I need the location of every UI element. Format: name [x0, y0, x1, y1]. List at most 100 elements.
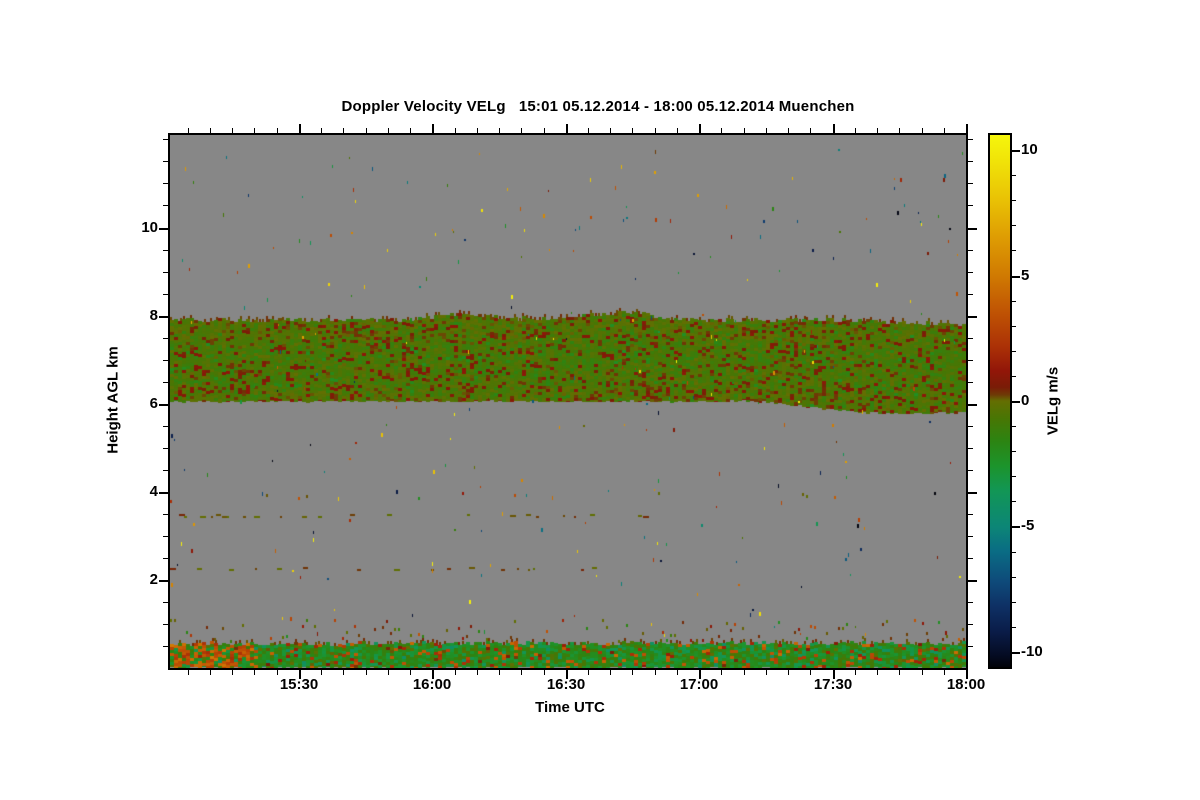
x-axis-minor-tick-top [855, 128, 856, 133]
x-axis-minor-tick-top [877, 128, 878, 133]
x-axis-minor-tick-top [366, 128, 367, 133]
colorbar-minor-tick [1012, 627, 1016, 628]
y-axis-major-tick [159, 580, 168, 582]
colorbar-tick-label: 5 [1021, 267, 1030, 284]
colorbar-major-tick [1012, 526, 1020, 528]
x-axis-minor-tick [922, 670, 923, 675]
x-axis-major-tick-top [833, 124, 835, 133]
colorbar-minor-tick [1012, 351, 1016, 352]
x-axis-minor-tick [744, 670, 745, 675]
x-axis-label: Time UTC [535, 699, 605, 716]
colorbar-minor-tick [1012, 501, 1016, 502]
y-tick-label: 2 [149, 571, 158, 588]
x-axis-minor-tick [810, 670, 811, 675]
y-axis-minor-tick-right [968, 602, 973, 603]
y-axis-minor-tick-right [968, 294, 973, 295]
y-axis-minor-tick-right [968, 382, 973, 383]
x-axis-minor-tick [677, 670, 678, 675]
colorbar-major-tick [1012, 150, 1020, 152]
y-axis-minor-tick [163, 646, 168, 647]
x-axis-minor-tick-top [788, 128, 789, 133]
colorbar-minor-tick [1012, 602, 1016, 603]
page-title: Doppler Velocity VELg 15:01 05.12.2014 -… [341, 98, 855, 115]
y-axis-minor-tick [163, 426, 168, 427]
x-axis-minor-tick [343, 670, 344, 675]
y-axis-minor-tick [163, 250, 168, 251]
y-axis-minor-tick-right [968, 646, 973, 647]
y-axis-minor-tick-right [968, 272, 973, 273]
x-axis-minor-tick [655, 670, 656, 675]
colorbar [988, 133, 1012, 669]
x-axis-minor-tick [899, 670, 900, 675]
plot-area [168, 133, 968, 670]
x-axis-major-tick-top [432, 124, 434, 133]
y-axis-minor-tick-right [968, 139, 973, 140]
x-axis-minor-tick-top [677, 128, 678, 133]
x-tick-label: 17:00 [679, 676, 719, 693]
velocity-heatmap [170, 135, 966, 668]
colorbar-minor-tick [1012, 451, 1016, 452]
x-axis-minor-tick-top [499, 128, 500, 133]
y-axis-minor-tick-right [968, 426, 973, 427]
x-axis-minor-tick [455, 670, 456, 675]
x-axis-minor-tick [321, 670, 322, 675]
y-axis-minor-tick-right [968, 514, 973, 515]
y-axis-minor-tick-right [968, 360, 973, 361]
x-axis-minor-tick [766, 670, 767, 675]
x-axis-minor-tick [788, 670, 789, 675]
x-axis-minor-tick [232, 670, 233, 675]
x-axis-minor-tick [610, 670, 611, 675]
colorbar-minor-tick [1012, 376, 1016, 377]
x-axis-minor-tick-top [810, 128, 811, 133]
x-axis-minor-tick-top [388, 128, 389, 133]
x-axis-minor-tick-top [632, 128, 633, 133]
x-axis-minor-tick-top [588, 128, 589, 133]
y-axis-minor-tick [163, 514, 168, 515]
y-axis-major-tick [159, 404, 168, 406]
colorbar-gradient [990, 135, 1010, 667]
x-tick-label: 16:30 [546, 676, 586, 693]
x-axis-minor-tick-top [188, 128, 189, 133]
colorbar-minor-tick [1012, 175, 1016, 176]
y-axis-minor-tick-right [968, 205, 973, 206]
x-axis-minor-tick-top [655, 128, 656, 133]
x-axis-minor-tick-top [410, 128, 411, 133]
x-axis-minor-tick [388, 670, 389, 675]
y-axis-minor-tick [163, 338, 168, 339]
y-axis-minor-tick-right [968, 250, 973, 251]
y-axis-minor-tick-right [968, 448, 973, 449]
x-tick-label: 16:00 [412, 676, 452, 693]
y-axis-minor-tick [163, 161, 168, 162]
x-axis-minor-tick [188, 670, 189, 675]
colorbar-minor-tick [1012, 225, 1016, 226]
y-axis-minor-tick-right [968, 470, 973, 471]
y-axis-major-tick-right [968, 404, 977, 406]
x-axis-major-tick-top [966, 124, 968, 133]
x-tick-label: 15:30 [279, 676, 319, 693]
x-axis-minor-tick [366, 670, 367, 675]
x-axis-minor-tick-top [744, 128, 745, 133]
colorbar-minor-tick [1012, 250, 1016, 251]
colorbar-minor-tick [1012, 476, 1016, 477]
x-axis-minor-tick [254, 670, 255, 675]
x-axis-minor-tick [632, 670, 633, 675]
x-axis-minor-tick-top [721, 128, 722, 133]
x-axis-minor-tick [210, 670, 211, 675]
y-axis-minor-tick [163, 272, 168, 273]
x-axis-minor-tick [477, 670, 478, 675]
y-axis-minor-tick-right [968, 536, 973, 537]
x-tick-label: 18:00 [946, 676, 986, 693]
x-axis-minor-tick-top [455, 128, 456, 133]
colorbar-minor-tick [1012, 426, 1016, 427]
x-axis-minor-tick [721, 670, 722, 675]
y-axis-major-tick [159, 228, 168, 230]
x-axis-major-tick-top [699, 124, 701, 133]
x-axis-minor-tick [410, 670, 411, 675]
doppler-velocity-quicklook: Doppler Velocity VELg 15:01 05.12.2014 -… [0, 0, 1200, 800]
y-axis-minor-tick-right [968, 161, 973, 162]
x-axis-minor-tick-top [610, 128, 611, 133]
x-axis-minor-tick-top [922, 128, 923, 133]
colorbar-tick-label: 0 [1021, 392, 1030, 409]
y-axis-major-tick [159, 316, 168, 318]
x-axis-minor-tick-top [210, 128, 211, 133]
